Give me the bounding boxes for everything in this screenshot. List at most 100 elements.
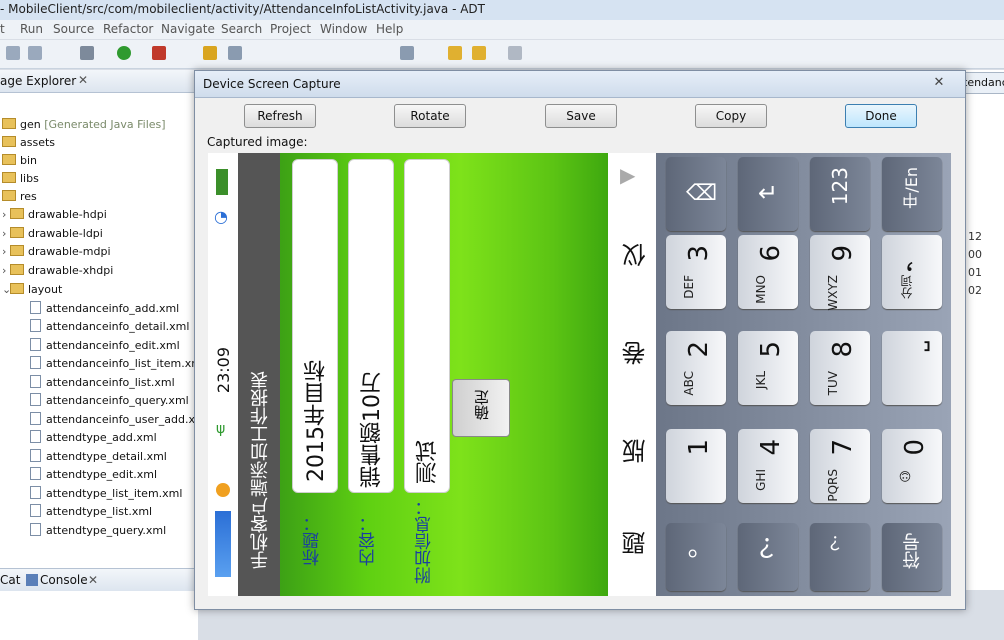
editor-line: 02 bbox=[968, 284, 982, 297]
key-6[interactable]: 6 MNO bbox=[738, 235, 798, 309]
save-all-icon[interactable] bbox=[28, 46, 42, 60]
candidate-word[interactable]: 题 bbox=[618, 531, 653, 555]
key-7[interactable]: 7 PQRS bbox=[810, 429, 870, 503]
menu-run[interactable]: Run bbox=[20, 22, 43, 36]
key-period[interactable]: 。 bbox=[666, 523, 726, 591]
key-4[interactable]: 4 GHI bbox=[738, 429, 798, 503]
tree-item-layout[interactable]: ⌄ layout bbox=[2, 281, 62, 299]
menu-window[interactable]: Window bbox=[320, 22, 367, 36]
forward-icon[interactable] bbox=[508, 46, 522, 60]
tree-item-file[interactable]: attendtype_list.xml bbox=[30, 503, 152, 521]
close-icon[interactable]: ✕ bbox=[88, 573, 98, 587]
tree-item-file[interactable]: attendtype_edit.xml bbox=[30, 466, 157, 484]
wifi-icon: ◔ bbox=[214, 207, 228, 226]
tree-item-drawable-xhdpi[interactable]: › drawable-xhdpi bbox=[2, 262, 113, 280]
menu-refactor[interactable]: Refactor bbox=[103, 22, 153, 36]
external-tools-icon[interactable] bbox=[152, 46, 166, 60]
tree-item-bin[interactable]: bin bbox=[2, 152, 37, 170]
tab-console[interactable]: Console bbox=[40, 573, 88, 587]
refresh-button[interactable]: Refresh bbox=[244, 104, 316, 128]
key-3[interactable]: 3 DEF bbox=[666, 235, 726, 309]
tree-item-file[interactable]: attendanceinfo_list.xml bbox=[30, 374, 175, 392]
tree-item-assets[interactable]: assets bbox=[2, 134, 55, 152]
run-icon[interactable] bbox=[117, 46, 131, 60]
key-5[interactable]: 5 JKL bbox=[738, 331, 798, 405]
tree-item-file[interactable]: attendanceinfo_query.xml bbox=[30, 392, 189, 410]
save-icon[interactable] bbox=[6, 46, 20, 60]
tree-item-drawable-mdpi[interactable]: › drawable-mdpi bbox=[2, 243, 111, 261]
tree-item-file[interactable]: attendtype_detail.xml bbox=[30, 448, 167, 466]
done-button[interactable]: Done bbox=[845, 104, 917, 128]
editor-tab[interactable]: tendanceLi bbox=[962, 72, 1004, 94]
content-input[interactable]: 销售额10万 bbox=[348, 159, 394, 493]
expand-arrow-icon[interactable]: › bbox=[2, 262, 10, 280]
folder-icon bbox=[10, 227, 24, 238]
xml-file-icon bbox=[30, 301, 41, 314]
expand-arrow-icon[interactable]: › bbox=[2, 225, 10, 243]
tree-item-file[interactable]: attendanceinfo_user_add.xn bbox=[30, 411, 202, 429]
symbol-key[interactable]: 符号 bbox=[882, 523, 942, 591]
expand-candidates-icon[interactable]: ▶ bbox=[620, 163, 635, 187]
extra-info-label: 附加信息： bbox=[415, 499, 435, 584]
tree-item-libs[interactable]: libs bbox=[2, 170, 39, 188]
open-folder-icon[interactable] bbox=[203, 46, 217, 60]
tree-item-file[interactable]: attendanceinfo_detail.xml bbox=[30, 318, 189, 336]
title-label: 标题： bbox=[303, 515, 323, 566]
menu-file[interactable]: t bbox=[0, 22, 5, 36]
key-9[interactable]: 9 WXYZ bbox=[810, 235, 870, 311]
candidate-word[interactable]: 卷 bbox=[618, 341, 653, 365]
tree-item-drawable-ldpi[interactable]: › drawable-ldpi bbox=[2, 225, 103, 243]
copy-button[interactable]: Copy bbox=[695, 104, 767, 128]
candidate-word[interactable]: 仪 bbox=[618, 243, 653, 267]
tree-item-file[interactable]: attendanceinfo_add.xml bbox=[30, 300, 179, 318]
menu-source[interactable]: Source bbox=[53, 22, 94, 36]
xml-file-icon bbox=[30, 375, 41, 388]
extra-info-value: 测试 bbox=[416, 440, 441, 484]
candidate-word[interactable]: 版 bbox=[618, 439, 653, 463]
menu-search[interactable]: Search bbox=[221, 22, 262, 36]
close-icon[interactable]: ✕ bbox=[78, 73, 88, 87]
key-0[interactable]: 0 ☺ bbox=[882, 429, 942, 503]
rotate-button[interactable]: Rotate bbox=[394, 104, 466, 128]
save-button[interactable]: Save bbox=[545, 104, 617, 128]
title-input[interactable]: 2015年目标 bbox=[292, 159, 338, 493]
annotation-icon[interactable] bbox=[448, 46, 462, 60]
menu-navigate[interactable]: Navigate bbox=[161, 22, 215, 36]
key-1[interactable]: 1 bbox=[666, 429, 726, 503]
dialog-titlebar: Device Screen Capture ✕ bbox=[195, 71, 965, 98]
key-full-stop[interactable]: ？ bbox=[738, 523, 798, 591]
expand-arrow-icon[interactable]: › bbox=[2, 206, 10, 224]
expand-arrow-icon[interactable]: › bbox=[2, 243, 10, 261]
tree-item-file[interactable]: attendanceinfo_list_item.xml bbox=[30, 355, 205, 373]
back-icon[interactable] bbox=[472, 46, 486, 60]
tree-item-gen[interactable]: gen [Generated Java Files] bbox=[2, 116, 166, 134]
tree-item-res[interactable]: res bbox=[2, 188, 37, 206]
space-key[interactable]: ⎵ bbox=[882, 331, 942, 405]
backspace-key[interactable]: ⌫ bbox=[666, 157, 726, 231]
tree-item-drawable-hdpi[interactable]: › drawable-hdpi bbox=[2, 206, 107, 224]
tree-item-file[interactable]: attendtype_query.xml bbox=[30, 522, 166, 540]
debug-icon[interactable] bbox=[80, 46, 94, 60]
confirm-button[interactable]: 确定 bbox=[452, 379, 510, 437]
close-icon[interactable]: ✕ bbox=[927, 74, 951, 92]
key-8[interactable]: 8 TUV bbox=[810, 331, 870, 405]
nav-icon[interactable] bbox=[400, 46, 414, 60]
collapse-arrow-icon[interactable]: ⌄ bbox=[2, 281, 11, 299]
language-switch-key[interactable]: 中/En bbox=[882, 157, 942, 231]
extra-info-input[interactable]: 测试 bbox=[404, 159, 450, 493]
tree-item-file[interactable]: attendanceinfo_edit.xml bbox=[30, 337, 180, 355]
tool-icon[interactable] bbox=[228, 46, 242, 60]
enter-key[interactable]: ↵ bbox=[738, 157, 798, 231]
key-question[interactable]: ？ bbox=[810, 523, 870, 591]
xml-file-icon bbox=[30, 523, 41, 536]
xml-file-icon bbox=[30, 319, 41, 332]
menu-project[interactable]: Project bbox=[270, 22, 311, 36]
tree-item-file[interactable]: attendtype_list_item.xml bbox=[30, 485, 182, 503]
tab-logcat[interactable]: Cat bbox=[0, 573, 20, 587]
xml-file-icon bbox=[30, 338, 41, 351]
menu-help[interactable]: Help bbox=[376, 22, 403, 36]
key-2[interactable]: 2 ABC bbox=[666, 331, 726, 405]
tree-item-file[interactable]: attendtype_add.xml bbox=[30, 429, 157, 447]
key-comma[interactable]: ，分词 bbox=[882, 235, 942, 309]
numeric-mode-key[interactable]: 123 bbox=[810, 157, 870, 231]
